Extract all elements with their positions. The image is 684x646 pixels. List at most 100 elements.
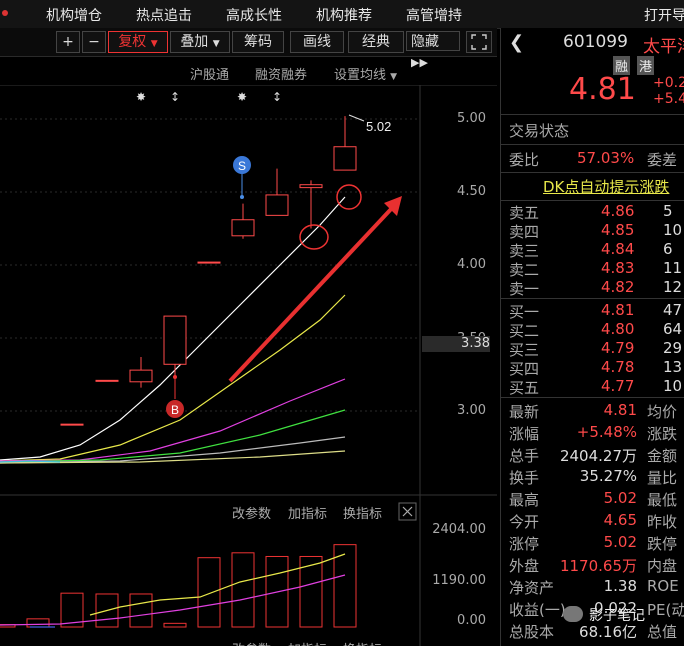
zoom-out-button[interactable]: − [82, 31, 106, 53]
candle-body [95, 379, 119, 382]
fullscreen-button[interactable] [466, 31, 492, 53]
menu-item-jigou-zengcang[interactable]: 机构增仓 [46, 5, 102, 25]
book-level-label: 卖四 [509, 223, 540, 241]
stat-label: 最高 [509, 491, 540, 509]
classic-button[interactable]: 经典 [348, 31, 404, 53]
book-level-volume: 10 [663, 221, 683, 239]
stat-value: 35.27% [579, 467, 637, 485]
stat-value: 4.65 [603, 511, 637, 529]
stat-label-2: 量比 [647, 469, 678, 487]
close-icon [402, 506, 413, 517]
stat-label: 最新 [509, 403, 540, 421]
stat-label: 总手 [509, 447, 540, 465]
candle-body [299, 184, 323, 189]
fuquan-dropdown[interactable]: 复权 ▼ [108, 31, 168, 53]
volume-ma-lines [0, 553, 346, 628]
dk-banner-link[interactable]: DK点自动提示涨跌 [543, 176, 669, 197]
grid-lines [0, 118, 420, 412]
chevron-down-icon: ▼ [150, 39, 158, 49]
volume-axis-label: 0.00 [457, 613, 486, 628]
chart-toolbar: + − 复权 ▼ 叠加 ▼ 筹码 画线 经典 隐藏 ▶▶ [0, 28, 497, 69]
fullscreen-icon [471, 34, 487, 50]
stat-label: 净资产 [509, 579, 555, 597]
price-change-pct: +5.48 [653, 91, 684, 107]
buy-marker[interactable]: B [166, 375, 184, 418]
vol-ma5-line [89, 553, 346, 616]
overlay-dropdown[interactable]: 叠加 ▼ [170, 31, 230, 53]
weibi-label: 委比 [509, 151, 540, 169]
book-level-volume: 12 [663, 278, 683, 296]
stock-name: 太平洋 [643, 37, 684, 57]
highlight-circle [336, 184, 362, 210]
star-icon: ✸ [136, 90, 146, 104]
change-params-link[interactable]: 改参数 [232, 642, 271, 646]
menu-item-open[interactable]: 打开导 [644, 5, 684, 25]
chips-button[interactable]: 筹码 [232, 31, 284, 53]
stat-label-2: 金额 [647, 447, 678, 465]
status-dot [2, 10, 8, 16]
stat-label-2: 跌停 [647, 535, 678, 553]
indicator-tools: 改参数 加指标 换指标 [232, 506, 382, 522]
book-level-label: 卖二 [509, 261, 540, 279]
stat-value: 4.81 [603, 401, 637, 419]
chevron-down-icon: ▼ [390, 72, 398, 82]
collapse-chevron-icon[interactable]: ❮ [509, 32, 524, 53]
quote-panel: ❮ 601099 太平洋 融 港 4.81 +0.25 +5.48 交易状态 委… [500, 28, 684, 646]
updown-arrow-icon: ↕ [170, 90, 180, 104]
event-markers: ✸ ↕ ✸ ↕ [136, 90, 282, 104]
menu-item-gaoguan-zengchi[interactable]: 高管增持 [406, 5, 462, 25]
divider [501, 397, 684, 398]
high-pointer [348, 114, 365, 122]
book-level-volume: 29 [663, 339, 683, 357]
candle-body [231, 219, 255, 237]
book-level-label: 卖五 [509, 204, 540, 222]
switch-indicator-link[interactable]: 换指标 [343, 507, 382, 522]
stat-label: 总股本 [509, 623, 555, 641]
zoom-in-button[interactable]: + [56, 31, 80, 53]
menu-item-jigou-tuijian[interactable]: 机构推荐 [316, 5, 372, 25]
chevron-down-icon: ▼ [212, 39, 220, 49]
book-level-price: 4.80 [601, 320, 635, 338]
volume-bar [129, 593, 153, 628]
overlay-label: 叠加 [180, 34, 209, 50]
stat-label: 外盘 [509, 557, 540, 575]
volume-bar [163, 622, 187, 628]
book-level-price: 4.82 [601, 278, 635, 296]
watermark: 影子笔记 [563, 604, 683, 626]
draw-line-button[interactable]: 画线 [290, 31, 344, 53]
book-level-volume: 47 [663, 301, 683, 319]
stat-label-2: 涨跌 [647, 425, 678, 443]
high-annotation: 5.02 [366, 119, 391, 134]
close-indicator-button[interactable] [398, 502, 417, 521]
ma20-line [0, 378, 346, 462]
sell-marker[interactable]: S [233, 156, 251, 199]
change-params-link[interactable]: 改参数 [232, 506, 271, 522]
add-indicator-link[interactable]: 加指标 [288, 507, 327, 522]
book-level-price: 4.85 [601, 221, 635, 239]
hide-button[interactable]: 隐藏 ▶▶ [406, 31, 460, 69]
book-level-volume: 13 [663, 358, 683, 376]
wechat-icon [563, 606, 583, 622]
book-level-price: 4.83 [601, 259, 635, 277]
divider [501, 298, 684, 299]
margin-link[interactable]: 融资融券 [255, 64, 307, 83]
hide-label: 隐藏 [411, 34, 439, 50]
candle-body [129, 369, 153, 383]
hk-connect-badge: 港 [637, 56, 655, 75]
last-price: 4.81 [569, 72, 636, 107]
menu-item-redian-zhuiji[interactable]: 热点追击 [136, 5, 192, 25]
sell-marker-label: S [238, 159, 246, 173]
book-level-label: 买二 [509, 322, 540, 340]
buy-marker-label: B [171, 403, 179, 417]
hgt-link[interactable]: 沪股通 [190, 64, 229, 83]
menu-item-gao-chengzhang[interactable]: 高成长性 [226, 5, 282, 25]
stat-value: +5.48% [576, 423, 637, 441]
highlight-circle [299, 224, 329, 250]
volume-bar [26, 618, 50, 628]
stat-value: 5.02 [603, 489, 637, 507]
book-level-volume: 10 [663, 377, 683, 395]
kline-chart[interactable]: 5.02 ✸ ↕ ✸ ↕ S B 改参数 加指标 换指标 改参数 加指标 [0, 85, 500, 646]
ma-settings-link[interactable]: 设置均线 ▼ [334, 64, 397, 83]
divider [501, 172, 684, 173]
stat-label: 换手 [509, 469, 540, 487]
